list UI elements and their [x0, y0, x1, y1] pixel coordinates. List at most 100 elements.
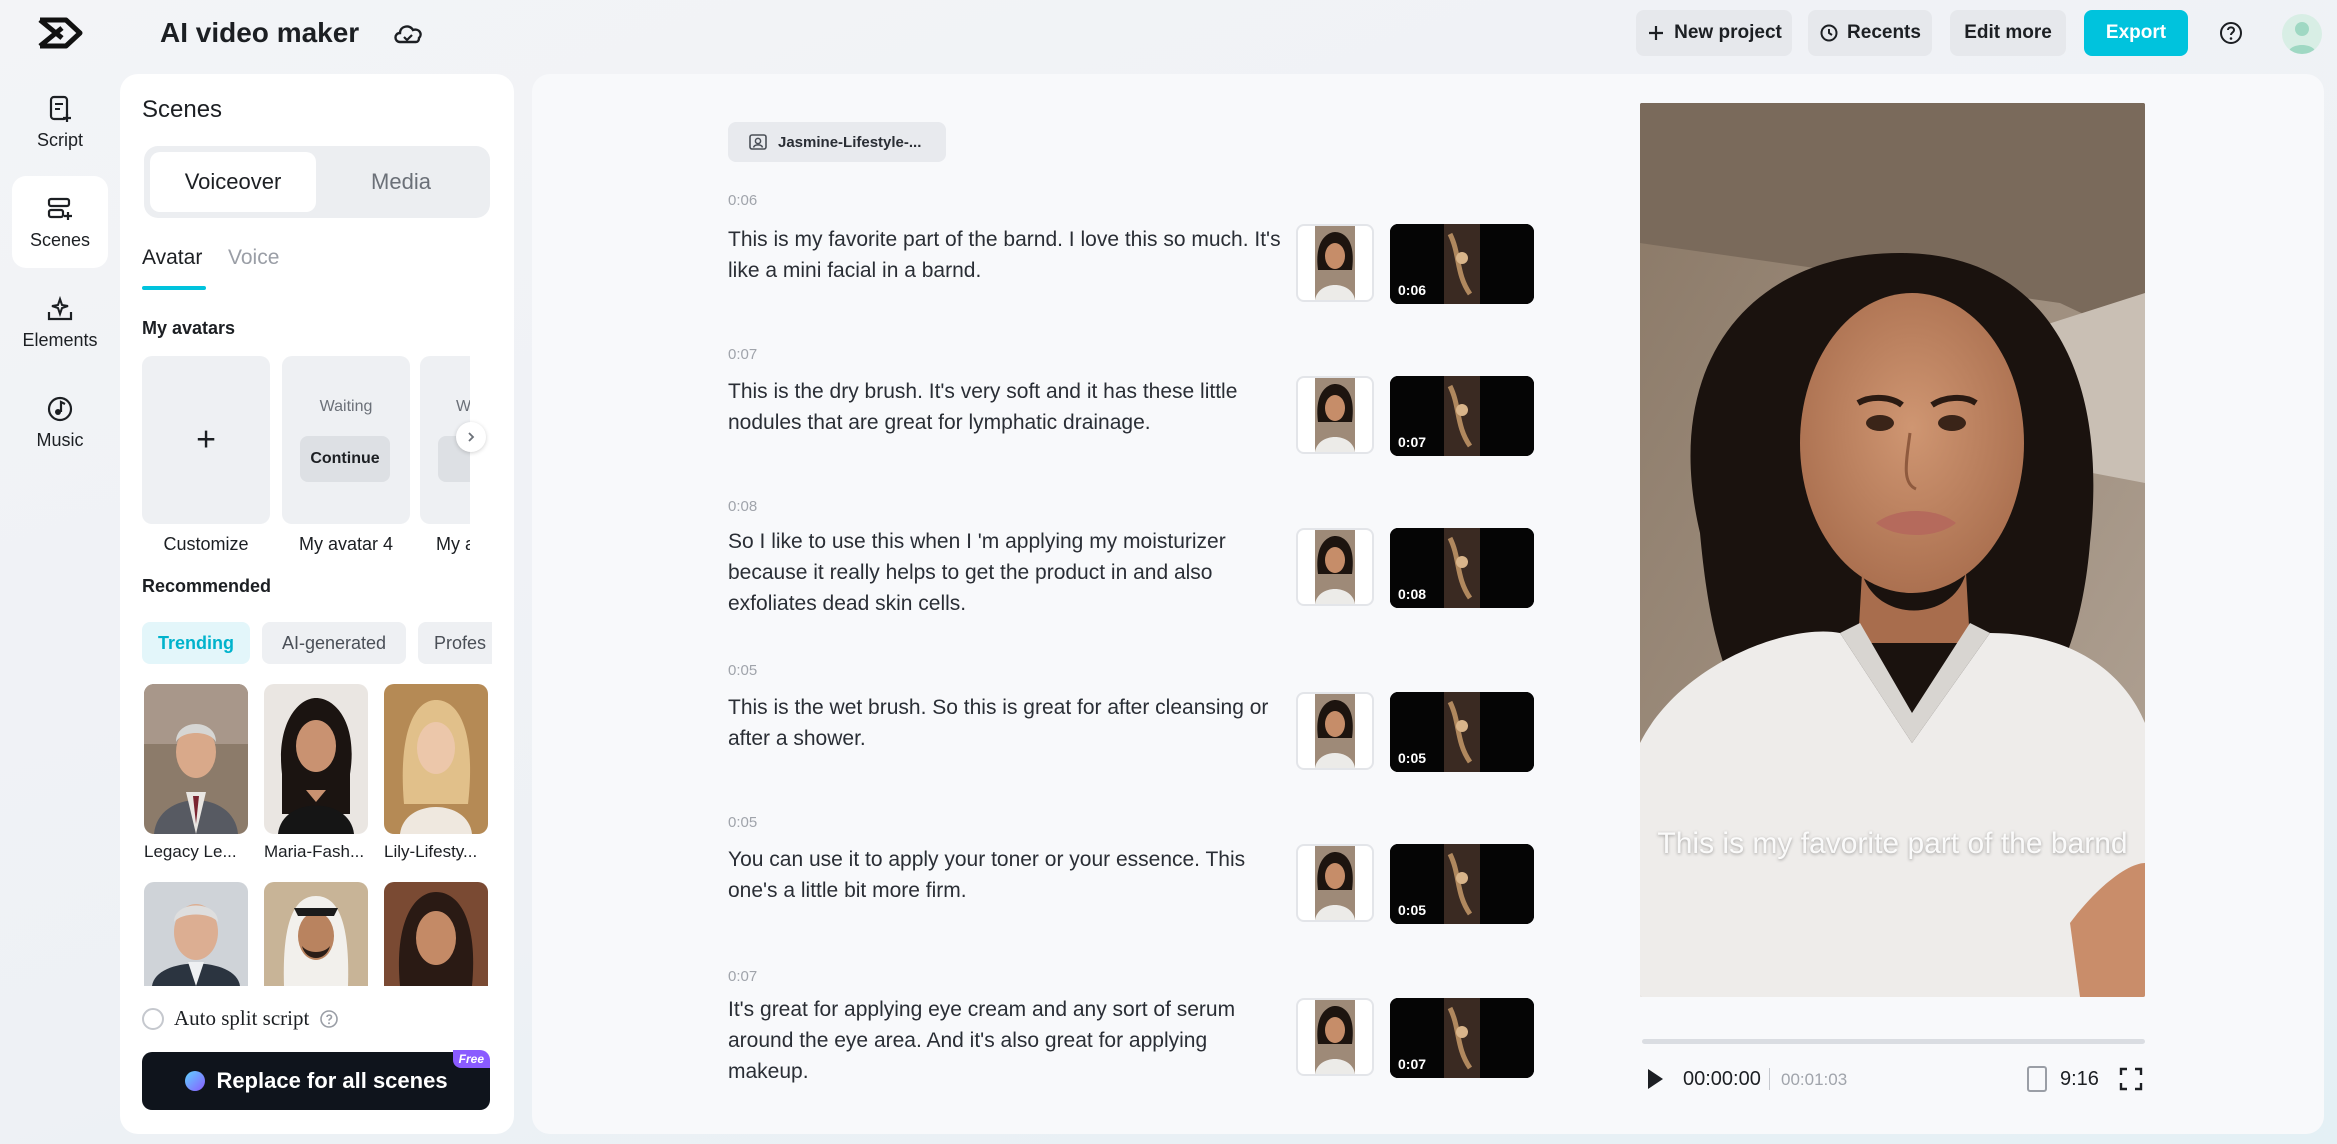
- auto-split-checkbox[interactable]: [142, 1008, 164, 1030]
- nav-script[interactable]: Script: [12, 76, 108, 168]
- continue-button[interactable]: Continue: [300, 436, 390, 482]
- new-project-button[interactable]: New project: [1636, 10, 1792, 56]
- avatar-portrait-image: [1298, 378, 1372, 452]
- scene-script-text[interactable]: This is my favorite part of the barnd. I…: [728, 224, 1288, 286]
- tab-media[interactable]: Media: [318, 152, 484, 212]
- scene-media-clip[interactable]: 0:05: [1390, 844, 1534, 924]
- scene-avatar-thumbnail[interactable]: [1296, 528, 1374, 606]
- capcut-logo-icon[interactable]: [36, 14, 84, 52]
- clip-duration: 0:05: [1398, 750, 1426, 766]
- scene-duration: 0:07: [728, 346, 1546, 363]
- avatar-maria-thumbnail[interactable]: [264, 684, 368, 834]
- time-divider: [1769, 1068, 1770, 1090]
- scene-row: 0:06 This is my favorite part of the bar…: [728, 192, 1546, 342]
- user-avatar[interactable]: [2282, 14, 2322, 54]
- replace-all-scenes-button[interactable]: Replace for all scenes Free: [142, 1052, 490, 1110]
- tab-voiceover[interactable]: Voiceover: [150, 152, 316, 212]
- recents-button[interactable]: Recents: [1808, 10, 1932, 56]
- scene-avatar-thumbnail[interactable]: [1296, 844, 1374, 922]
- scene-media-clip[interactable]: 0:06: [1390, 224, 1534, 304]
- chip-trending[interactable]: Trending: [142, 622, 250, 664]
- scenes-icon: [45, 194, 75, 224]
- woman-portrait-image: [384, 882, 488, 986]
- tab-avatar[interactable]: Avatar: [142, 246, 202, 270]
- replace-button-label: Replace for all scenes: [216, 1068, 447, 1094]
- nav-label: Music: [36, 430, 83, 451]
- my-avatars-heading: My avatars: [142, 318, 235, 339]
- avatar-lily-thumbnail[interactable]: [384, 684, 488, 834]
- avatar-thumbnail[interactable]: [384, 882, 488, 986]
- recommended-heading: Recommended: [142, 576, 271, 597]
- clip-duration: 0:08: [1398, 586, 1426, 602]
- export-button[interactable]: Export: [2084, 10, 2188, 56]
- clock-icon: [1819, 23, 1839, 43]
- plus-icon: +: [196, 421, 216, 460]
- clip-duration: 0:06: [1398, 282, 1426, 298]
- fullscreen-icon[interactable]: [2118, 1066, 2144, 1092]
- scene-avatar-thumbnail[interactable]: [1296, 224, 1374, 302]
- avatar-caption: Legacy Le...: [144, 842, 254, 862]
- scenes-panel: Scenes Voiceover Media Avatar Voice My a…: [120, 74, 514, 1134]
- my-avatar-4-card[interactable]: Waiting Continue: [282, 356, 410, 524]
- total-time: 00:01:03: [1781, 1070, 1847, 1090]
- video-preview[interactable]: This is my favorite part of the barnd: [1640, 103, 2145, 997]
- nav-scenes[interactable]: Scenes: [12, 176, 108, 268]
- playback-progress-bar[interactable]: [1642, 1039, 2145, 1044]
- man-portrait-image: [264, 882, 368, 986]
- cloud-sync-icon[interactable]: [391, 18, 425, 48]
- scene-row: 0:08 So I like to use this when I 'm app…: [728, 498, 1546, 658]
- customize-avatar-card[interactable]: +: [142, 356, 270, 524]
- scene-media-clip[interactable]: 0:07: [1390, 376, 1534, 456]
- scene-script-text[interactable]: This is the dry brush. It's very soft an…: [728, 376, 1288, 438]
- help-icon[interactable]: [2218, 20, 2244, 46]
- chevron-right-icon: [464, 430, 478, 444]
- scene-row: 0:05 You can use it to apply your toner …: [728, 814, 1546, 964]
- nav-label: Scenes: [30, 230, 90, 251]
- avatar-caption: Customize: [142, 534, 270, 555]
- scene-script-text[interactable]: It's great for applying eye cream and an…: [728, 994, 1288, 1087]
- avatar-caption: Maria-Fash...: [264, 842, 374, 862]
- scene-avatar-thumbnail[interactable]: [1296, 998, 1374, 1076]
- scene-duration: 0:07: [728, 968, 1546, 985]
- scene-duration: 0:08: [728, 498, 1546, 515]
- script-icon: [45, 94, 75, 124]
- avatar-file-chip[interactable]: Jasmine-Lifestyle-...: [728, 122, 946, 162]
- avatar-status: Waiting: [282, 398, 410, 416]
- avatar-portrait-image: [1298, 846, 1372, 920]
- avatar-video-frame: [1640, 103, 2145, 997]
- nav-music[interactable]: Music: [12, 376, 108, 468]
- woman-portrait-image: [264, 684, 368, 834]
- avatar-thumbnail[interactable]: [264, 882, 368, 986]
- avatar-portrait-image: [1298, 530, 1372, 604]
- panel-title: Scenes: [142, 96, 222, 124]
- scene-media-clip[interactable]: 0:08: [1390, 528, 1534, 608]
- nav-elements[interactable]: Elements: [12, 276, 108, 368]
- avatar-caption: Lily-Lifesty...: [384, 842, 494, 862]
- nav-label: Script: [37, 130, 83, 151]
- aspect-ratio-icon[interactable]: [2027, 1066, 2047, 1092]
- app-title: AI video maker: [160, 14, 359, 52]
- chip-professional[interactable]: Profes: [418, 622, 492, 664]
- scene-script-text[interactable]: You can use it to apply your toner or yo…: [728, 844, 1288, 906]
- scene-avatar-thumbnail[interactable]: [1296, 692, 1374, 770]
- play-icon[interactable]: [1644, 1066, 1666, 1092]
- help-icon[interactable]: [319, 1009, 339, 1029]
- subtitle-overlay: This is my favorite part of the barnd: [1640, 827, 2145, 861]
- avatar-thumbnail[interactable]: [144, 882, 248, 986]
- tab-voice[interactable]: Voice: [228, 246, 279, 270]
- scene-row: 0:07 This is the dry brush. It's very so…: [728, 346, 1546, 496]
- scroll-right-button[interactable]: [456, 422, 486, 452]
- edit-more-button[interactable]: Edit more: [1950, 10, 2066, 56]
- scene-script-text[interactable]: This is the wet brush. So this is great …: [728, 692, 1288, 754]
- scene-media-clip[interactable]: 0:07: [1390, 998, 1534, 1078]
- man-portrait-image: [144, 684, 248, 834]
- scene-avatar-thumbnail[interactable]: [1296, 376, 1374, 454]
- elements-icon: [45, 294, 75, 324]
- aspect-ratio-label[interactable]: 9:16: [2060, 1068, 2099, 1091]
- scene-media-clip[interactable]: 0:05: [1390, 692, 1534, 772]
- auto-split-option[interactable]: Auto split script: [142, 1006, 339, 1031]
- scene-script-text[interactable]: So I like to use this when I 'm applying…: [728, 526, 1288, 619]
- auto-split-label: Auto split script: [174, 1006, 309, 1031]
- avatar-legacy-thumbnail[interactable]: [144, 684, 248, 834]
- chip-ai-generated[interactable]: AI-generated: [262, 622, 406, 664]
